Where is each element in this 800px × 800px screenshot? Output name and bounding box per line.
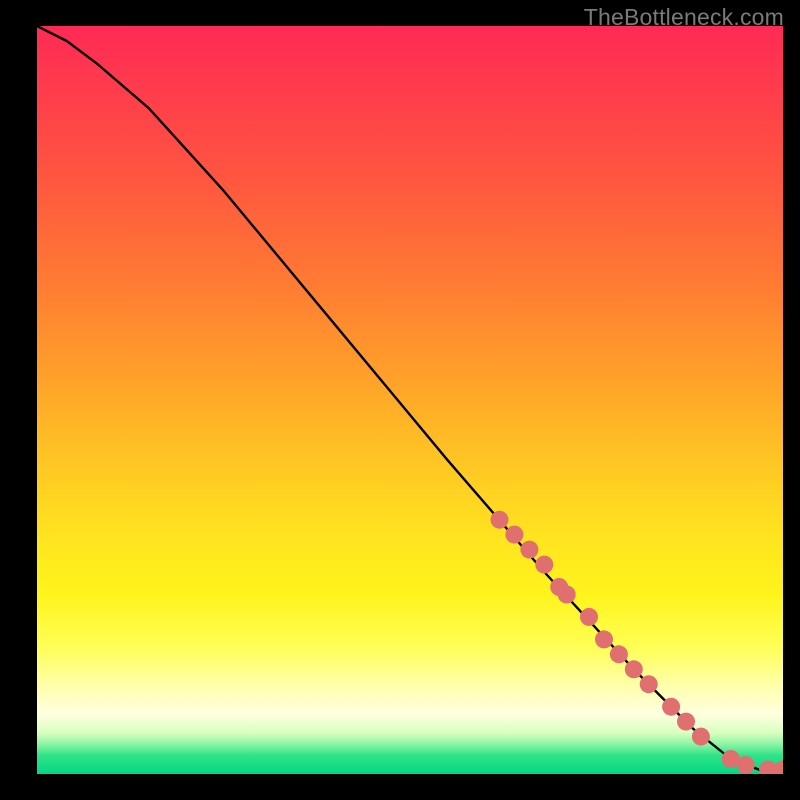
marker-point xyxy=(491,511,509,529)
marker-point xyxy=(595,630,613,648)
marker-point xyxy=(520,541,538,559)
chart-frame: TheBottleneck.com xyxy=(0,0,800,800)
chart-svg xyxy=(37,26,783,774)
marker-point xyxy=(677,713,695,731)
marker-point xyxy=(662,698,680,716)
marker-point xyxy=(535,556,553,574)
marker-point xyxy=(692,728,710,746)
highlight-markers xyxy=(491,511,784,774)
marker-point xyxy=(625,660,643,678)
marker-point xyxy=(558,586,576,604)
marker-point xyxy=(737,756,755,774)
marker-point xyxy=(774,761,783,775)
plot-area xyxy=(37,26,783,774)
marker-point xyxy=(610,645,628,663)
marker-point xyxy=(640,675,658,693)
marker-point xyxy=(580,608,598,626)
marker-point xyxy=(505,526,523,544)
bottleneck-curve-path xyxy=(37,26,783,770)
